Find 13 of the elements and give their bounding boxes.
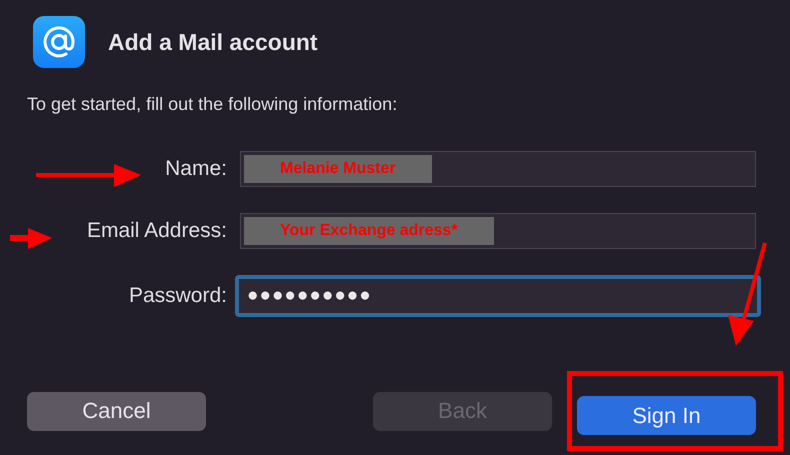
field-label: Name: (165, 157, 227, 181)
dialog-title: Add a Mail account (108, 28, 318, 56)
password-dots: ●●●●●●●●●● (247, 285, 372, 307)
cancel-button[interactable]: Cancel (27, 392, 206, 430)
field-label: Email Address: (86, 219, 227, 243)
redacted-value: Your Exchange adress* (244, 217, 494, 245)
instruction-text: To get started, fill out the following information: (27, 94, 398, 115)
field-label: Password: (128, 284, 227, 308)
redacted-value: Melanie Muster (244, 155, 432, 183)
arrow (10, 228, 52, 249)
at-sign-icon (33, 16, 85, 68)
sign-in-button[interactable]: Sign In (577, 396, 756, 435)
input-field[interactable]: ●●●●●●●●●● (235, 275, 761, 317)
